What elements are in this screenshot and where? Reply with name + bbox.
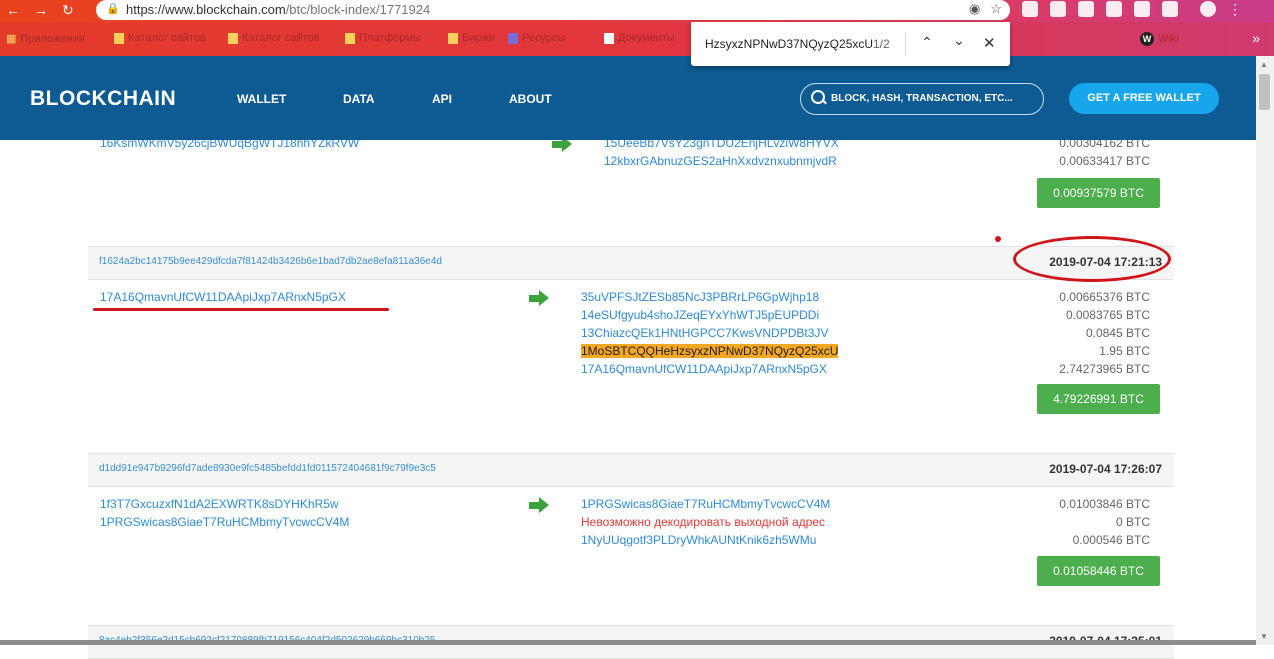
- nav-wallet[interactable]: WALLET: [237, 92, 286, 106]
- tx2-input-address-2[interactable]: 1PRGSwicas8GiaeT7RuHCMbmyTvcwcCV4M: [100, 515, 349, 529]
- search-placeholder: BLOCK, HASH, TRANSACTION, ETC...: [831, 93, 1013, 104]
- menu-icon[interactable]: ⋮: [1228, 1, 1242, 18]
- folder-icon: [345, 32, 355, 44]
- tx2-amount-2: 0 BTC: [1115, 515, 1150, 529]
- tx1-output-address-3[interactable]: 13ChiazcQEk1HNtHGPCC7KwsVNDPDBt3JV: [581, 326, 828, 340]
- site-header: BLOCKCHAIN WALLET DATA API ABOUT BLOCK, …: [0, 56, 1256, 140]
- browser-toolbar: ← → ↻ 🔒 https://www.blockchain.com/btc/b…: [0, 0, 1274, 22]
- annotation-underline: [93, 308, 389, 311]
- bookmark-folder[interactable]: Каталог сайтов: [228, 32, 320, 44]
- page-scrollbar[interactable]: ▲ ▼: [1256, 56, 1274, 645]
- find-close-icon[interactable]: ✕: [983, 34, 996, 52]
- tx0-total-badge: 0.00937579 BTC: [1037, 178, 1160, 208]
- scroll-up-icon[interactable]: ▲: [1260, 60, 1268, 69]
- tx2-timestamp: 2019-07-04 17:26:07: [1049, 462, 1162, 476]
- bookmark-link[interactable]: Документы: [604, 32, 675, 44]
- tx1-header: f1624a2bc14175b9ee429dfcda7f81424b3426b6…: [88, 246, 1174, 280]
- window-bottom-edge: [0, 640, 1256, 645]
- bookmark-link[interactable]: Ресурсы: [508, 32, 565, 44]
- arrow-right-icon: [529, 290, 549, 306]
- url-text[interactable]: https://www.blockchain.com/btc/block-ind…: [126, 2, 430, 17]
- find-next-icon[interactable]: ⌄: [953, 32, 965, 49]
- folder-icon: [448, 32, 458, 44]
- extension-icon[interactable]: [1134, 1, 1150, 17]
- bookmark-folder[interactable]: Каталог сайтов: [114, 32, 206, 44]
- extension-icon[interactable]: [1162, 1, 1178, 17]
- tx1-amount-1: 0.00665376 BTC: [1059, 290, 1150, 304]
- annotation-dot: [995, 236, 1001, 242]
- blockchain-logo[interactable]: BLOCKCHAIN: [30, 87, 176, 111]
- back-icon[interactable]: ←: [6, 2, 20, 19]
- tx2-total-badge: 0.01058446 BTC: [1037, 556, 1160, 586]
- extension-icons: ⋮: [1022, 1, 1242, 18]
- bookmark-apps[interactable]: ▦ Приложения: [6, 32, 85, 46]
- tx1-amount-2: 0.0083765 BTC: [1065, 308, 1150, 322]
- tx1-total-badge: 4.79226991 BTC: [1037, 384, 1160, 414]
- tx1-amount-5: 2.74273965 BTC: [1059, 362, 1150, 376]
- annotation-ellipse: [1013, 236, 1171, 282]
- bookmarks-overflow-icon[interactable]: »: [1252, 30, 1260, 46]
- bookmark-folder[interactable]: Платформы: [345, 32, 421, 44]
- tx1-amount-4: 1.95 BTC: [1099, 344, 1150, 358]
- tx1-amount-3: 0.0845 BTC: [1085, 326, 1150, 340]
- reload-icon[interactable]: ↻: [62, 2, 74, 19]
- arrow-right-icon: [529, 497, 549, 513]
- tx1-output-address-5[interactable]: 17A16QmavnUfCW11DAApiJxp7ARnxN5pGX: [581, 362, 827, 376]
- tx2-hash-link[interactable]: d1dd91e947b9296fd7ade8930e9fc5485befdd1f…: [99, 463, 436, 474]
- find-divider: [905, 32, 906, 56]
- folder-icon: [114, 32, 124, 44]
- chat-icon: [508, 32, 518, 44]
- tx0-amount-2: 0.00633417 BTC: [1059, 154, 1150, 168]
- nav-api[interactable]: API: [432, 92, 452, 106]
- lock-icon: 🔒: [106, 3, 120, 15]
- get-free-wallet-button[interactable]: GET A FREE WALLET: [1069, 83, 1219, 114]
- tx1-output-address-2[interactable]: 14eSUfgyub4shoJZeqEYxYhWTJ5pEUPDDi: [581, 308, 819, 322]
- tx0-output-address-2[interactable]: 12kbxrGAbnuzGES2aHnXxdvznxubnmjvdR: [604, 154, 837, 168]
- tx1-input-address[interactable]: 17A16QmavnUfCW11DAApiJxp7ARnxN5pGX: [100, 290, 346, 304]
- tx2-output-decode-error: Невозможно декодировать выходной адрес: [581, 515, 825, 529]
- tx2-header: d1dd91e947b9296fd7ade8930e9fc5485befdd1f…: [88, 453, 1174, 487]
- star-icon[interactable]: ☆: [990, 1, 1002, 17]
- find-previous-icon[interactable]: ⌃: [921, 34, 933, 51]
- tx2-output-address-3[interactable]: 1NyUUqgotf3PLDryWhkAUNtKnik6zh5WMu: [581, 533, 816, 547]
- bookmarks-bar: ▦ Приложения Каталог сайтов Каталог сайто…: [0, 22, 1274, 56]
- find-icon[interactable]: ◉: [969, 1, 980, 17]
- folder-icon: [228, 32, 238, 44]
- nav-data[interactable]: DATA: [343, 92, 375, 106]
- site-search-input[interactable]: BLOCK, HASH, TRANSACTION, ETC...: [800, 83, 1044, 115]
- tx2-output-address-1[interactable]: 1PRGSwicas8GiaeT7RuHCMbmyTvcwcCV4M: [581, 497, 830, 511]
- find-in-page-bar: HzsyxzNPNwD37NQyzQ25xcU 1/2 ⌃ ⌄ ✕: [691, 22, 1010, 66]
- profile-icon[interactable]: [1200, 1, 1216, 17]
- extension-icon[interactable]: [1106, 1, 1122, 17]
- wikipedia-icon: W: [1140, 32, 1154, 46]
- tx1-output-address-1[interactable]: 35uVPFSJtZESb85NcJ3PBRrLP6GpWjhp18: [581, 290, 819, 304]
- apps-grid-icon: ▦: [6, 33, 17, 45]
- bookmark-folder[interactable]: Биржи: [448, 32, 495, 44]
- tx2-input-address-1[interactable]: 1f3T7GxcuzxfN1dA2EXWRTK8sDYHKhR5w: [100, 497, 339, 511]
- address-bar[interactable]: 🔒 https://www.blockchain.com/btc/block-i…: [96, 0, 1010, 20]
- tx2-amount-3: 0.000546 BTC: [1072, 533, 1150, 547]
- scrollbar-thumb[interactable]: [1259, 74, 1270, 110]
- forward-icon[interactable]: →: [34, 2, 48, 19]
- nav-about[interactable]: ABOUT: [509, 92, 552, 106]
- search-icon: [811, 90, 825, 104]
- scroll-down-icon[interactable]: ▼: [1260, 632, 1268, 641]
- tx2-amount-1: 0.01003846 BTC: [1059, 497, 1150, 511]
- bookmark-wiki[interactable]: W Wiki: [1140, 32, 1179, 46]
- extension-icon[interactable]: [1050, 1, 1066, 17]
- tx1-output-address-4-highlighted[interactable]: 1MoSBTCQQHeHzsyxzNPNwD37NQyzQ25xcU: [581, 344, 839, 358]
- gmail-icon: [604, 32, 614, 44]
- find-match-count: 1/2: [873, 37, 890, 51]
- find-input[interactable]: HzsyxzNPNwD37NQyzQ25xcU: [705, 37, 873, 51]
- extension-icon[interactable]: [1022, 1, 1038, 17]
- extension-icon[interactable]: [1078, 1, 1094, 17]
- tx1-hash-link[interactable]: f1624a2bc14175b9ee429dfcda7f81424b3426b6…: [99, 256, 442, 267]
